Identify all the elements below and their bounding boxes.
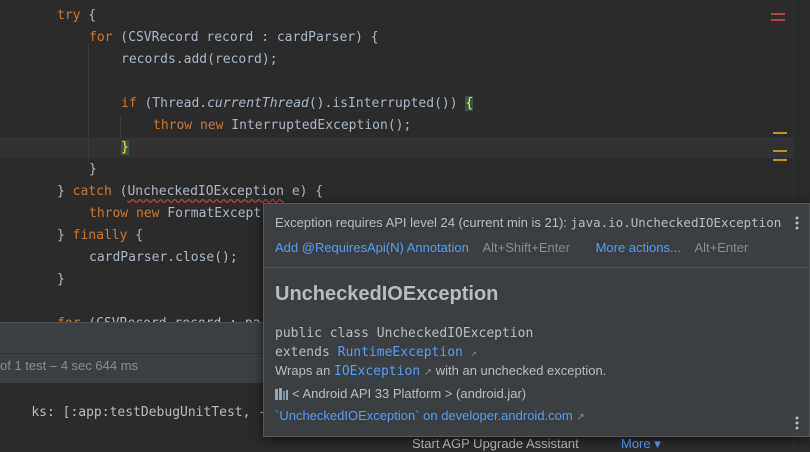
code-text: e) { bbox=[284, 184, 324, 199]
code-line[interactable]: try { bbox=[57, 5, 96, 27]
indent-guide bbox=[120, 115, 121, 137]
code-keyword: finally bbox=[72, 228, 128, 243]
library-icon bbox=[275, 388, 289, 403]
external-doc-row: `UncheckedIOException` on developer.andr… bbox=[275, 408, 585, 423]
add-requires-api-action[interactable]: Add @RequiresApi(N) Annotation bbox=[275, 240, 469, 255]
code-line[interactable]: } catch (UncheckedIOException e) { bbox=[57, 181, 323, 203]
quick-fix-actions: Add @RequiresApi(N) Annotation Alt+Shift… bbox=[275, 240, 748, 255]
external-link-arrow-icon: ↗ bbox=[423, 367, 433, 378]
external-link-arrow-icon: ↗ bbox=[470, 348, 477, 359]
code-text: records.add(record); bbox=[121, 52, 278, 67]
code-text: { bbox=[80, 8, 97, 23]
code-line[interactable]: if (Thread.currentThread().isInterrupted… bbox=[121, 93, 474, 115]
code-line[interactable]: throw new FormatExcept bbox=[89, 203, 261, 225]
code-line[interactable]: for (CSVRecord record : cardParser) { bbox=[89, 27, 379, 49]
code-text: } bbox=[89, 162, 97, 177]
library-name: < Android API 33 Platform > (android.jar… bbox=[292, 386, 527, 401]
error-mark[interactable] bbox=[771, 13, 785, 15]
code-text: { bbox=[127, 228, 144, 243]
code-keyword: for bbox=[89, 30, 113, 45]
code-line[interactable]: } bbox=[89, 159, 97, 181]
extends-keyword: extends bbox=[275, 345, 338, 360]
error-message: Exception requires API level 24 (current… bbox=[275, 215, 781, 230]
matched-brace: } bbox=[121, 140, 129, 155]
code-line[interactable]: } bbox=[57, 269, 65, 291]
current-line-highlight bbox=[0, 137, 793, 158]
more-vertical-icon[interactable] bbox=[795, 416, 799, 430]
declaration-line: public class UncheckedIOException bbox=[275, 326, 534, 341]
code-text: (Thread. bbox=[136, 96, 208, 111]
more-actions-link[interactable]: More actions... bbox=[596, 240, 681, 255]
code-text: cardParser.close(); bbox=[89, 250, 238, 265]
more-vertical-icon[interactable] bbox=[795, 216, 799, 230]
code-line[interactable]: throw new InterruptedException(); bbox=[153, 115, 411, 137]
warning-mark[interactable] bbox=[773, 159, 787, 161]
error-message-class: java.io.UncheckedIOException bbox=[570, 215, 782, 230]
description-suffix: with an unchecked exception. bbox=[432, 363, 607, 378]
code-keyword: throw new bbox=[89, 206, 160, 221]
error-token: UncheckedIOException bbox=[127, 184, 284, 199]
doc-description: Wraps an IOException ↗ with an unchecked… bbox=[275, 363, 606, 379]
more-actions-shortcut: Alt+Enter bbox=[694, 240, 749, 255]
code-line[interactable]: for (CSVRecord record : pa bbox=[57, 313, 261, 322]
code-text: FormatExcept bbox=[159, 206, 262, 221]
ioexception-link[interactable]: IOException bbox=[334, 364, 420, 379]
code-method: currentThread bbox=[207, 96, 309, 111]
code-text: } bbox=[57, 184, 73, 199]
library-info: < Android API 33 Platform > (android.jar… bbox=[275, 386, 526, 403]
external-link-arrow-icon: ↗ bbox=[576, 412, 585, 423]
description-prefix: Wraps an bbox=[275, 363, 335, 378]
code-text: } bbox=[57, 228, 73, 243]
code-line[interactable]: } bbox=[121, 137, 129, 159]
code-text: (CSVRecord record : cardParser) { bbox=[112, 30, 379, 45]
code-line[interactable]: cardParser.close(); bbox=[89, 247, 238, 269]
error-mark[interactable] bbox=[771, 19, 785, 21]
matched-brace: { bbox=[465, 96, 474, 111]
warning-mark[interactable] bbox=[773, 132, 787, 134]
code-keyword: try bbox=[57, 8, 81, 23]
popup-divider bbox=[264, 267, 809, 268]
console-line: ks: [:app:testDebugUnitTest, --te bbox=[31, 405, 290, 420]
code-text: ().isInterrupted()) bbox=[308, 96, 466, 111]
developer-android-link[interactable]: `UncheckedIOException` on developer.andr… bbox=[275, 408, 573, 423]
code-line[interactable]: records.add(record); bbox=[121, 49, 278, 71]
quick-doc-popup: Exception requires API level 24 (current… bbox=[263, 203, 810, 437]
code-keyword: throw new bbox=[153, 118, 224, 133]
class-declaration: public class UncheckedIOException extend… bbox=[275, 324, 533, 363]
code-text: } bbox=[57, 272, 65, 287]
warning-mark[interactable] bbox=[773, 150, 787, 152]
doc-title: UncheckedIOException bbox=[275, 283, 499, 305]
add-requires-api-shortcut: Alt+Shift+Enter bbox=[482, 240, 570, 255]
code-line[interactable]: } finally { bbox=[57, 225, 143, 247]
code-keyword: if bbox=[121, 96, 137, 111]
error-message-text: Exception requires API level 24 (current… bbox=[275, 215, 571, 230]
superclass-link[interactable]: RuntimeException bbox=[338, 345, 463, 360]
more-dropdown[interactable]: More ▾ bbox=[621, 436, 661, 452]
code-text: InterruptedException(); bbox=[223, 118, 412, 133]
test-status: of 1 test – 4 sec 644 ms bbox=[0, 358, 139, 373]
code-keyword: catch bbox=[72, 184, 112, 199]
indent-guide bbox=[88, 44, 89, 162]
code-text: ( bbox=[111, 184, 128, 199]
